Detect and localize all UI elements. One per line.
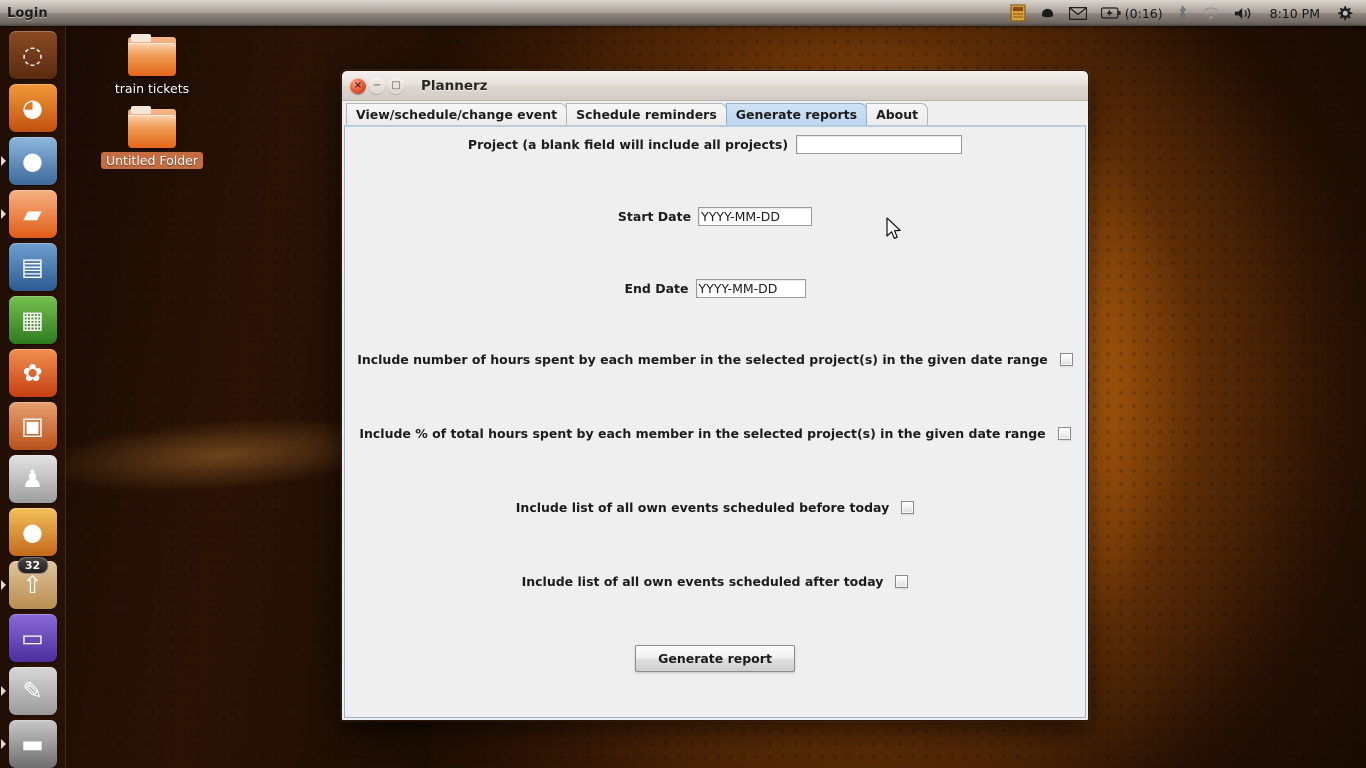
battery-icon [1100, 7, 1121, 19]
indicator-app-icon[interactable] [1003, 0, 1033, 26]
firefox-icon[interactable]: ◕ [8, 84, 57, 132]
tab-about[interactable]: About [866, 103, 929, 125]
desktop-folder-train-tickets[interactable]: train tickets [100, 34, 204, 97]
workspace-switcher-icon-glyph: ▭ [21, 624, 44, 652]
checkbox-label-hours: Include number of hours spent by each me… [357, 352, 1048, 367]
folder-icon [128, 106, 176, 148]
chromium-icon-glyph: ● [22, 147, 43, 175]
libreoffice-writer-icon-glyph: ▤ [21, 253, 44, 281]
chromium-icon[interactable]: ● [8, 137, 57, 185]
end-date-row: End Date YYYY-MM-DD [345, 279, 1085, 298]
submit-row: Generate report [345, 645, 1085, 672]
close-icon[interactable]: × [350, 77, 366, 94]
checkbox-hours[interactable] [1059, 353, 1073, 366]
update-manager-icon[interactable]: ⇧ 32 [8, 557, 57, 609]
generate-report-button[interactable]: Generate report [635, 645, 795, 672]
window-titlebar[interactable]: × − □ Plannerz [342, 71, 1088, 101]
project-row: Project (a blank field will include all … [345, 135, 1085, 154]
tab-bar[interactable]: View/schedule/change event Schedule remin… [342, 101, 1088, 125]
tab-label: Generate reports [735, 107, 858, 122]
checkbox-label-after-today: Include list of all own events scheduled… [521, 574, 884, 589]
project-label: Project (a blank field will include all … [467, 137, 789, 152]
top-panel: Login (0:16) 8:10 PM [0, 0, 1366, 26]
desktop-icon-label: Untitled Folder [100, 152, 204, 169]
window-stack-icon-1-glyph: ✎ [22, 677, 43, 705]
tab-schedule-reminders[interactable]: Schedule reminders [566, 103, 727, 125]
tab-generate-reports[interactable]: Generate reports [725, 103, 868, 125]
wifi-icon[interactable] [1195, 0, 1227, 26]
checkbox-before-today[interactable] [901, 501, 915, 514]
workspace-switcher-icon[interactable]: ▭ [8, 614, 57, 662]
folder-icon [128, 34, 176, 76]
files-folder-icon[interactable]: ▰ [8, 190, 57, 238]
firefox-icon-glyph: ◕ [22, 94, 43, 122]
start-date-label: Start Date [617, 209, 692, 224]
volume-icon[interactable] [1227, 0, 1261, 26]
start-date-input[interactable]: YYYY-MM-DD [698, 207, 813, 226]
libreoffice-calc-icon-glyph: ▦ [21, 306, 44, 334]
dropbox-icon[interactable] [1033, 0, 1062, 26]
checkbox-label-before-today: Include list of all own events scheduled… [515, 500, 890, 515]
desktop-folder-untitled[interactable]: Untitled Folder [100, 106, 204, 169]
battery-time-label: (0:16) [1124, 5, 1163, 21]
generate-reports-panel: Project (a blank field will include all … [344, 125, 1086, 718]
window-stack-icon-2-glyph: ▬ [21, 730, 44, 758]
tab-label: Schedule reminders [576, 107, 717, 122]
files-folder-icon-glyph: ▰ [23, 200, 42, 228]
checkbox-row-before-today: Include list of all own events scheduled… [345, 500, 1085, 515]
desktop[interactable]: Login (0:16) 8:10 PM ◌ ◕ ● ▰ ▤ ▦ ✿ ▣ ♟ ●… [0, 0, 1366, 768]
libreoffice-calc-icon[interactable]: ▦ [8, 296, 57, 344]
ubuntu-software-center-icon[interactable]: ✿ [8, 349, 57, 397]
maximize-icon[interactable]: □ [388, 77, 404, 94]
clock-label[interactable]: 8:10 PM [1261, 6, 1329, 21]
checkbox-label-percent: Include % of total hours spent by each m… [359, 426, 1046, 441]
ubuntu-dash-icon[interactable]: ◌ [8, 31, 57, 79]
system-tray: (0:16) 8:10 PM [1003, 0, 1366, 26]
desktop-icon-label: train tickets [114, 81, 190, 96]
launcher-badge: 32 [16, 557, 49, 574]
minimize-icon[interactable]: − [369, 77, 385, 94]
maximize-glyph: □ [391, 79, 401, 91]
tab-view-schedule-change-event[interactable]: View/schedule/change event [346, 103, 568, 125]
end-date-label: End Date [624, 281, 689, 296]
end-date-input[interactable]: YYYY-MM-DD [695, 279, 806, 298]
checkbox-row-percent: Include % of total hours spent by each m… [345, 426, 1085, 441]
libreoffice-impress-icon[interactable]: ▣ [8, 402, 57, 450]
close-glyph: × [353, 79, 363, 91]
checkbox-after-today[interactable] [895, 575, 909, 588]
window-title: Plannerz [421, 77, 488, 94]
libreoffice-writer-icon[interactable]: ▤ [8, 243, 57, 291]
minimize-glyph: − [372, 79, 382, 91]
google-chrome-icon[interactable]: ● [8, 508, 57, 556]
ubuntu-one-icon[interactable]: ♟ [8, 455, 57, 503]
plannerz-window[interactable]: × − □ Plannerz View/schedule/change even… [341, 70, 1089, 721]
google-chrome-icon-glyph: ● [22, 518, 43, 546]
start-date-row: Start Date YYYY-MM-DD [345, 207, 1085, 226]
checkbox-row-after-today: Include list of all own events scheduled… [345, 574, 1085, 589]
bluetooth-icon[interactable] [1170, 0, 1195, 26]
libreoffice-impress-icon-glyph: ▣ [21, 412, 44, 440]
tab-label: About [876, 107, 919, 122]
messaging-envelope-icon[interactable] [1062, 0, 1094, 26]
tab-label: View/schedule/change event [356, 107, 558, 122]
session-gear-icon[interactable] [1329, 0, 1360, 26]
checkbox-row-hours: Include number of hours spent by each me… [345, 352, 1085, 367]
ubuntu-software-center-icon-glyph: ✿ [22, 359, 43, 387]
ubuntu-dash-icon-glyph: ◌ [22, 41, 43, 69]
unity-launcher[interactable]: ◌◕●▰▤▦✿▣♟●⇧32▭✎▬▭□ [0, 26, 66, 768]
panel-app-menu[interactable]: Login [0, 6, 48, 21]
project-input[interactable] [796, 135, 963, 154]
window-stack-icon-2[interactable]: ▬ [8, 720, 57, 768]
checkbox-percent[interactable] [1057, 427, 1071, 440]
battery-indicator[interactable]: (0:16) [1094, 0, 1170, 26]
window-stack-icon-1[interactable]: ✎ [8, 667, 57, 715]
ubuntu-one-icon-glyph: ♟ [21, 465, 44, 493]
